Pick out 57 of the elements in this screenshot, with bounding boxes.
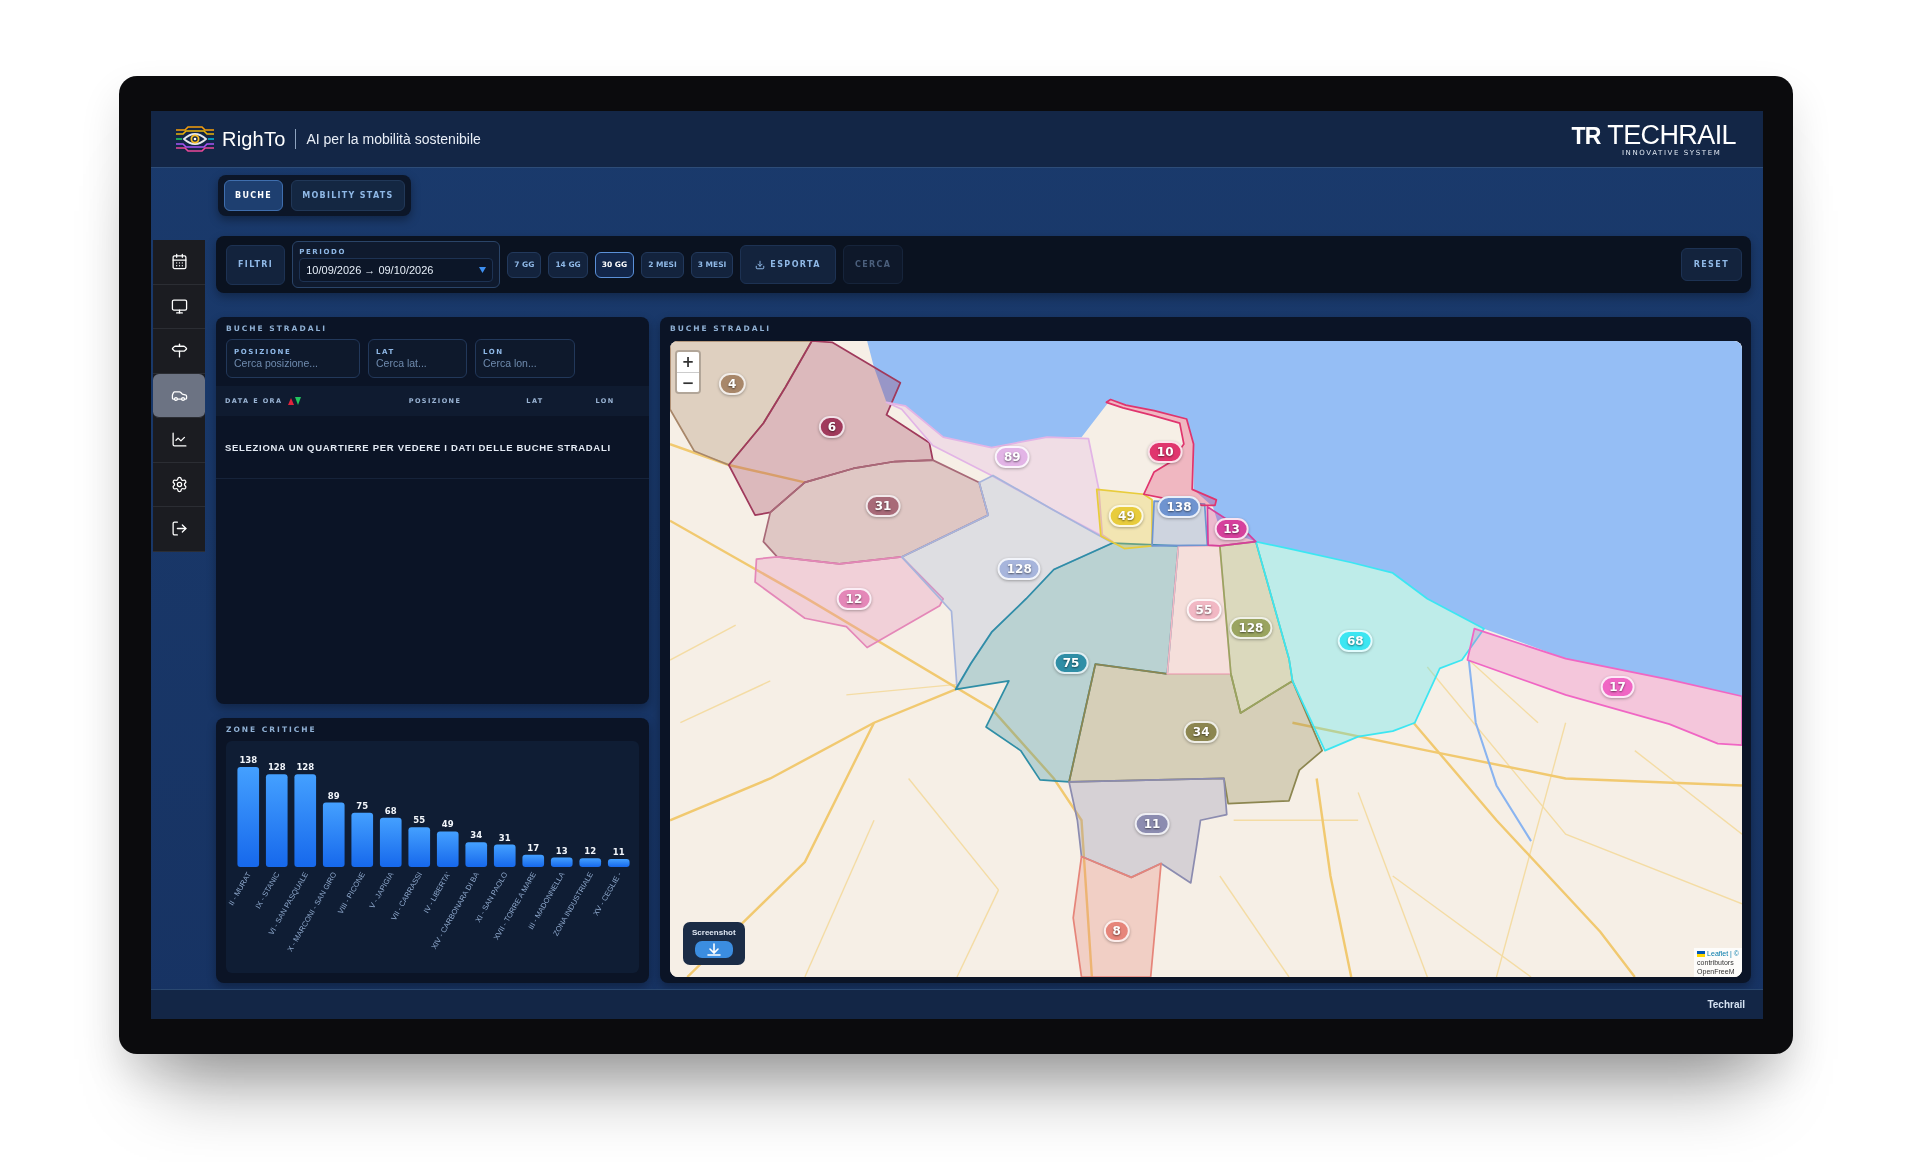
zoom-out-button[interactable]: − bbox=[677, 372, 699, 392]
bar-value: 34 bbox=[470, 830, 483, 841]
calendar-icon bbox=[170, 253, 188, 271]
tab[interactable]: BUCHE bbox=[224, 180, 284, 211]
bar bbox=[550, 857, 573, 867]
tab[interactable]: MOBILITY STATS bbox=[291, 180, 405, 211]
line-chart-icon bbox=[170, 431, 188, 449]
bar-value: 31 bbox=[498, 832, 511, 843]
bar bbox=[408, 827, 431, 867]
bar-value: 49 bbox=[441, 819, 454, 830]
bar-value: 13 bbox=[555, 845, 568, 856]
bar bbox=[351, 812, 374, 867]
flag-icon bbox=[1697, 950, 1706, 957]
bar bbox=[436, 831, 459, 867]
bar-value: 138 bbox=[239, 755, 258, 765]
caret-icon bbox=[479, 266, 487, 273]
monitor-icon bbox=[170, 297, 188, 315]
bar bbox=[465, 842, 488, 867]
bar bbox=[579, 858, 602, 867]
bar-value: 68 bbox=[384, 805, 397, 816]
bar-value: 11 bbox=[612, 847, 625, 858]
search-input[interactable]: Cerca lat... bbox=[376, 357, 459, 369]
reset-button[interactable]: RESET bbox=[1680, 248, 1742, 281]
bar-value: 128 bbox=[296, 762, 315, 773]
partner-logo-mark: TR bbox=[1571, 122, 1601, 150]
partner-logo-name: TECHRAIL bbox=[1607, 121, 1736, 149]
bar-value: 12 bbox=[584, 846, 597, 857]
nav-button[interactable] bbox=[153, 373, 205, 418]
export-button[interactable]: ESPORTA bbox=[740, 245, 836, 284]
search-input[interactable]: Cerca posizione... bbox=[234, 357, 352, 369]
logout-icon bbox=[170, 520, 188, 538]
bar-value: 75 bbox=[356, 800, 369, 811]
eye-logo-icon bbox=[175, 124, 215, 154]
bar bbox=[607, 859, 630, 867]
settings-icon bbox=[170, 475, 188, 493]
search-input[interactable]: Cerca lon... bbox=[483, 357, 567, 369]
bar bbox=[379, 817, 402, 867]
filters-button[interactable]: FILTRI bbox=[226, 244, 286, 285]
footer-brand: Techrail bbox=[1707, 999, 1745, 1010]
bar-value: 55 bbox=[413, 815, 426, 826]
signpost-icon bbox=[170, 342, 188, 360]
bar-value: 128 bbox=[267, 762, 286, 773]
zoom-in-button[interactable]: + bbox=[677, 352, 699, 372]
download-icon bbox=[694, 941, 733, 958]
bar bbox=[522, 854, 545, 867]
download-icon bbox=[755, 259, 766, 270]
date-range-select[interactable]: 10/09/2026 → 09/10/2026 bbox=[299, 257, 494, 282]
bar bbox=[322, 802, 345, 867]
sort-icon[interactable] bbox=[288, 397, 303, 405]
brand-tagline: AI per la mobilità sostenibile bbox=[306, 131, 481, 147]
brand-name: RighTo bbox=[222, 127, 286, 151]
nav-button[interactable] bbox=[153, 240, 205, 285]
bar bbox=[493, 844, 516, 867]
bar-value: 89 bbox=[327, 790, 340, 801]
empty-message: SELEZIONA UN QUARTIERE PER VEDERE I DATI DELLE BUCHE STRADALI bbox=[225, 441, 611, 453]
bar-value: 17 bbox=[527, 842, 540, 853]
screenshot-button[interactable]: Screenshot bbox=[683, 922, 745, 965]
